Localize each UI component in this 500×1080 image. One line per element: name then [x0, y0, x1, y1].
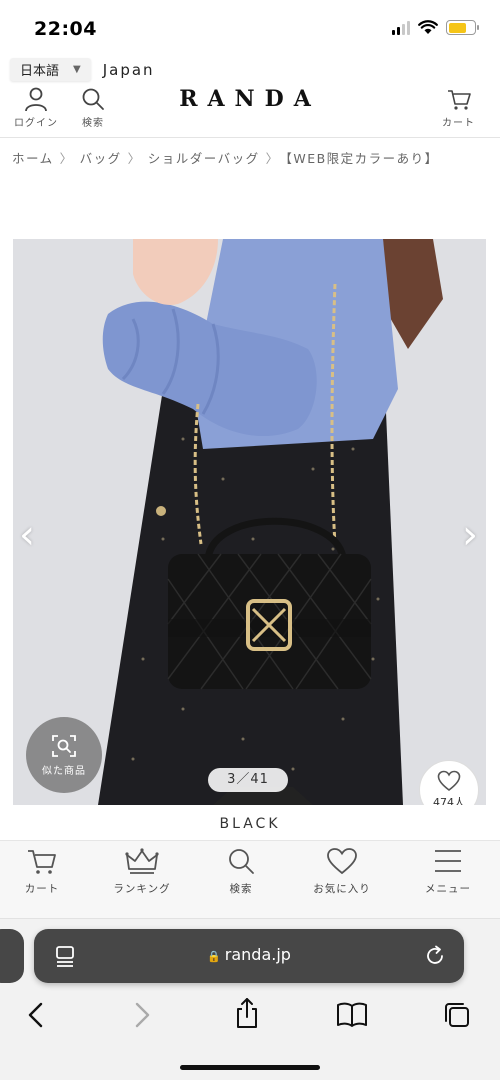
cart-icon [447, 90, 471, 110]
chevron-left-icon[interactable]: ‹ [19, 515, 35, 555]
image-counter: 3／41 [208, 768, 288, 792]
search-icon [229, 849, 254, 874]
url-display: 🔒 randa.jp [34, 945, 464, 964]
status-icons [392, 20, 479, 35]
tabs-icon[interactable] [443, 1001, 471, 1029]
bottom-nav: カート ランキング 検索 お気に入り メニュー [0, 840, 500, 918]
browser-toolbar [0, 997, 500, 1037]
search-label: 検索 [82, 118, 104, 129]
breadcrumb: ホーム〉バッグ〉ショルダーバッグ〉【WEB限定カラーあり】 [12, 148, 500, 167]
url-text: randa.jp [224, 945, 291, 964]
favorite-count: 474人 [433, 796, 465, 805]
nav-favorites[interactable]: お気に入り [297, 847, 387, 896]
nav-ranking[interactable]: ランキング [97, 847, 187, 896]
color-name: BLACK [219, 816, 281, 832]
crown-icon [125, 848, 159, 874]
status-bar: 22:04 [0, 0, 500, 56]
nav-search-label: 検索 [229, 883, 253, 895]
heart-icon [327, 848, 357, 875]
menu-icon [435, 850, 461, 872]
reload-icon[interactable] [424, 945, 446, 967]
cart-label: カート [442, 118, 475, 129]
nav-cart-label: カート [24, 883, 60, 895]
similar-items-button[interactable]: 似た商品 [26, 717, 102, 793]
status-time: 22:04 [34, 18, 97, 40]
chevron-right-icon[interactable]: › [462, 515, 478, 555]
language-select[interactable]: 日本語 ▼ [10, 58, 91, 81]
nav-favorites-label: お気に入り [313, 883, 371, 895]
login-label: ログイン [14, 118, 58, 129]
breadcrumb-separator: 〉 [59, 151, 74, 166]
cellular-signal-icon [392, 20, 410, 35]
back-icon[interactable] [24, 1001, 48, 1029]
cart-button[interactable]: カート [442, 86, 475, 129]
breadcrumb-current: 【WEB限定カラーあり】 [285, 151, 439, 166]
previous-tab[interactable] [0, 929, 24, 983]
image-search-icon [52, 734, 76, 757]
breadcrumb-separator: 〉 [265, 151, 280, 166]
breadcrumb-separator: 〉 [127, 151, 142, 166]
site-header: ログイン 検索 RANDA カート [0, 82, 500, 138]
language-row: 日本語 ▼ Japan [10, 58, 155, 81]
product-image-carousel[interactable]: ‹ › 似た商品 3／41 474人 [13, 239, 486, 805]
language-region: Japan [102, 60, 155, 79]
wifi-icon [418, 20, 438, 34]
breadcrumb-shoulder-bags[interactable]: ショルダーバッグ [148, 151, 260, 166]
browser-chrome: 🔒 randa.jp [0, 918, 500, 1080]
nav-menu-label: メニュー [425, 883, 471, 895]
lock-icon: 🔒 [207, 950, 221, 963]
forward-icon[interactable] [130, 1001, 154, 1029]
language-selected: 日本語 [20, 64, 60, 79]
similar-items-label: 似た商品 [42, 765, 86, 777]
bookmarks-icon[interactable] [336, 1001, 368, 1029]
nav-cart[interactable]: カート [0, 847, 87, 896]
address-bar[interactable]: 🔒 randa.jp [34, 929, 464, 983]
caret-down-icon: ▼ [73, 64, 81, 75]
breadcrumb-bags[interactable]: バッグ [80, 151, 122, 166]
nav-search[interactable]: 検索 [196, 847, 286, 896]
battery-icon [446, 20, 479, 35]
heart-icon [437, 770, 461, 792]
breadcrumb-home[interactable]: ホーム [12, 151, 54, 166]
randa-logo[interactable]: RANDA [0, 86, 500, 112]
nav-ranking-label: ランキング [113, 883, 171, 895]
nav-menu[interactable]: メニュー [403, 847, 493, 896]
product-photo [13, 239, 486, 805]
home-indicator [180, 1065, 320, 1070]
cart-icon [28, 850, 56, 874]
share-icon[interactable] [234, 997, 260, 1029]
